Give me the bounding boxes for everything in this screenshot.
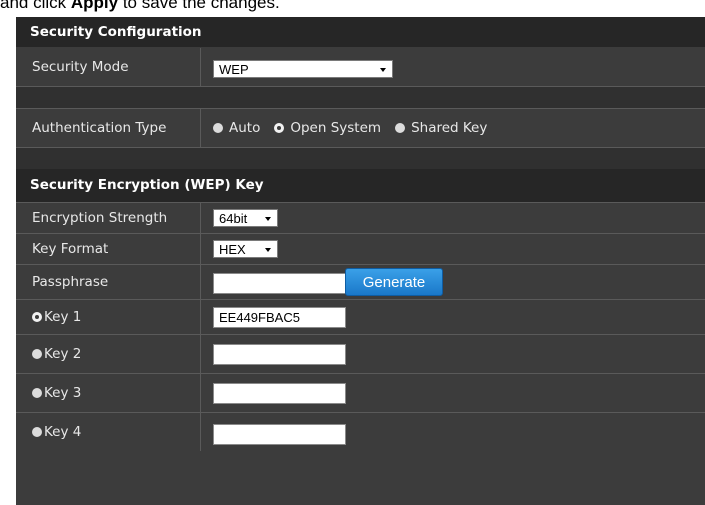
security-mode-row: Security Mode WEP [16,48,705,86]
encryption-strength-row: Encryption Strength 64bit [16,203,705,233]
key-1-radio[interactable]: Key 1 [32,309,81,325]
radio-icon [32,388,42,398]
chevron-down-icon [380,68,386,72]
security-mode-select[interactable]: WEP [213,60,393,78]
wep-key-title: Security Encryption (WEP) Key [30,177,264,193]
chevron-down-icon [265,217,271,221]
security-configuration-header: Security Configuration [16,17,705,47]
authentication-radio-group: Auto Open System Shared Key [213,109,501,147]
key-2-row: Key 2 [16,335,705,373]
key-format-label: Key Format [16,234,201,264]
caption-prefix: and click [0,0,71,12]
wep-key-header: Security Encryption (WEP) Key [16,169,705,202]
caption-apply: Apply [70,0,119,12]
key-1-input[interactable]: EE449FBAC5 [213,307,346,328]
security-mode-label: Security Mode [16,48,201,86]
key-format-select[interactable]: HEX [213,240,278,258]
key-1-row: Key 1 EE449FBAC5 [16,300,705,334]
chevron-down-icon [265,248,271,252]
instruction-caption: and click Apply to save the changes. [0,0,280,13]
encryption-strength-select[interactable]: 64bit [213,209,278,227]
key-format-value: HEX [219,242,246,257]
passphrase-label: Passphrase [16,265,201,299]
key-4-input[interactable] [213,424,346,445]
key-4-radio[interactable]: Key 4 [32,424,81,440]
auth-option-open-system[interactable]: Open System [274,120,381,136]
security-panel: Security Configuration Security Mode WEP… [16,17,705,505]
authentication-type-row: Authentication Type Auto Open System Sha… [16,109,705,147]
radio-icon [32,427,42,437]
key-2-radio[interactable]: Key 2 [32,346,81,362]
security-mode-value: WEP [219,62,249,77]
radio-icon [395,123,406,133]
key-4-row: Key 4 [16,413,705,451]
key-1-label: Key 1 [44,309,82,325]
key-3-label: Key 3 [44,385,82,401]
caption-suffix: to save the changes. [118,0,280,12]
auth-option-shared-key[interactable]: Shared Key [395,120,487,136]
auth-option-auto[interactable]: Auto [213,120,260,136]
encryption-strength-label: Encryption Strength [16,203,201,233]
radio-selected-icon [32,312,42,322]
radio-icon [32,349,42,359]
key-4-label: Key 4 [44,424,82,440]
key-3-radio[interactable]: Key 3 [32,385,81,401]
radio-selected-icon [274,123,285,133]
radio-icon [213,123,223,133]
key-format-row: Key Format HEX [16,234,705,264]
security-configuration-title: Security Configuration [30,24,202,40]
generate-button[interactable]: Generate [345,268,443,296]
encryption-strength-value: 64bit [219,211,248,226]
passphrase-row: Passphrase Generate [16,265,705,299]
key-2-label: Key 2 [44,346,82,362]
passphrase-input[interactable] [213,273,346,294]
key-2-input[interactable] [213,344,346,365]
key-3-input[interactable] [213,383,346,404]
authentication-type-label: Authentication Type [16,109,201,147]
key-3-row: Key 3 [16,374,705,412]
